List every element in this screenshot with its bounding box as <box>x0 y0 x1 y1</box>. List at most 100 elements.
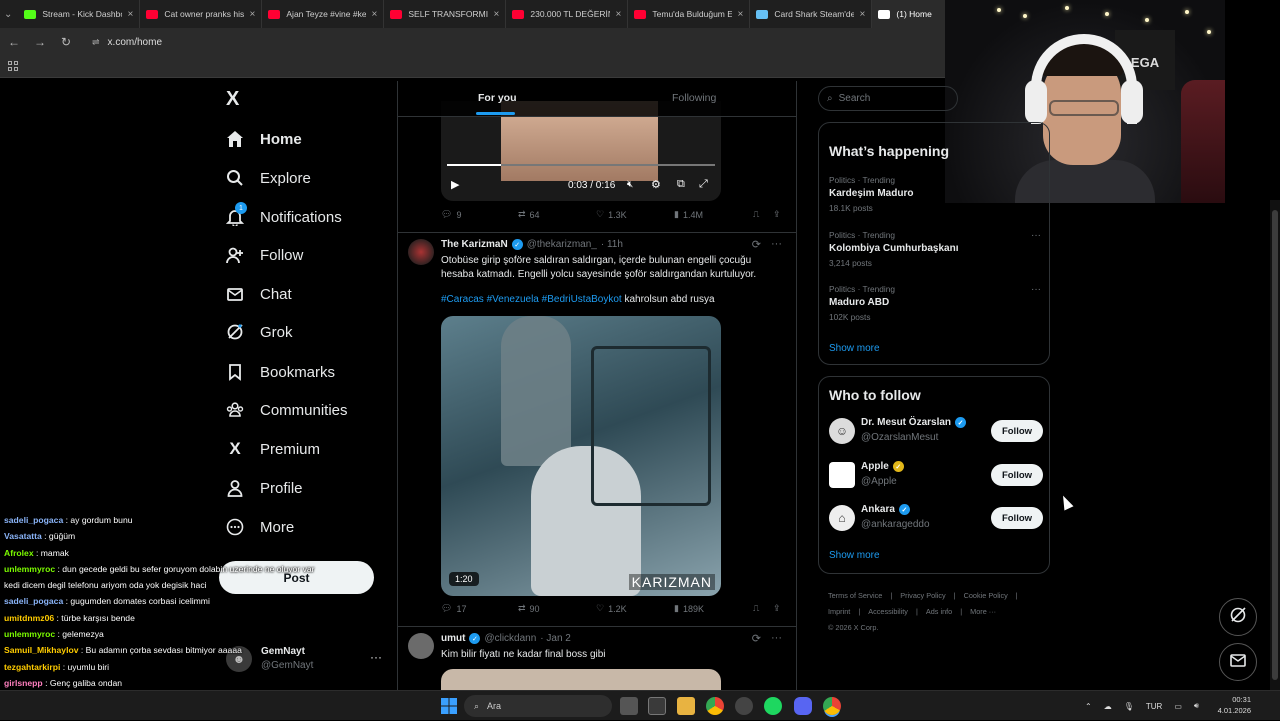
messages-fab[interactable] <box>1219 643 1257 681</box>
mute-icon[interactable]: 🔇︎ <box>627 179 633 190</box>
follow-button[interactable]: Follow <box>991 420 1043 442</box>
chrome-active-icon[interactable] <box>823 697 841 715</box>
store-icon[interactable] <box>648 697 666 715</box>
tab-search-icon[interactable]: ⌄ <box>4 5 12 23</box>
obs-icon[interactable] <box>735 697 753 715</box>
site-info-icon[interactable]: ⇌ <box>92 37 100 48</box>
nav-communities[interactable]: Communities <box>226 395 348 425</box>
onedrive-icon[interactable]: ☁ <box>1104 702 1112 711</box>
hashtag-link[interactable]: #Caracas <box>441 294 484 305</box>
tab-close-icon[interactable]: × <box>372 9 378 20</box>
more-dots-icon[interactable]: ··· <box>1031 230 1041 241</box>
fullscreen-icon[interactable]: ⤢ <box>699 178 708 191</box>
nav-explore[interactable]: Explore <box>226 163 311 193</box>
x-logo-icon[interactable]: X <box>226 89 246 109</box>
discord-icon[interactable] <box>794 697 812 715</box>
nav-notifications[interactable]: 1 Notifications <box>226 202 342 232</box>
play-icon[interactable]: ▶ <box>451 178 459 191</box>
more-dots-icon[interactable]: ··· <box>771 238 782 251</box>
bookmark-post-button[interactable]: ⎍ <box>753 209 759 220</box>
video-progress-track[interactable] <box>447 164 715 166</box>
author-name[interactable]: umut <box>441 633 465 644</box>
show-more-link[interactable]: Show more <box>829 343 880 354</box>
nav-premium[interactable]: X Premium <box>226 434 320 464</box>
mic-icon[interactable]: 🎙︎ <box>1124 702 1134 711</box>
tab-close-icon[interactable]: × <box>250 9 256 20</box>
post-video[interactable]: 1:20 KARIZMAN <box>441 316 721 596</box>
post-time[interactable]: · Jan 2 <box>540 633 571 644</box>
windows-start-icon[interactable] <box>440 697 458 715</box>
browser-tab[interactable]: SELF TRANSFORMIN × <box>384 0 507 28</box>
browser-tab[interactable]: Stream - Kick Dashbo × <box>18 0 141 28</box>
bookmark-post-button[interactable]: ⎍ <box>753 603 759 614</box>
chrome-icon[interactable] <box>706 697 724 715</box>
avatar[interactable] <box>408 633 434 659</box>
tab-close-icon[interactable]: × <box>128 9 134 20</box>
hashtag-link[interactable]: #BedriUstaBoykot <box>542 294 622 305</box>
back-icon[interactable]: ← <box>8 35 20 49</box>
author-handle[interactable]: @clickdann <box>484 633 536 644</box>
nav-grok[interactable]: Grok <box>226 317 293 347</box>
grok-fab[interactable] <box>1219 598 1257 636</box>
taskbar-search[interactable]: ⌕ Ara <box>464 695 612 717</box>
tab-close-icon[interactable]: × <box>616 9 622 20</box>
footer-link[interactable]: Cookie Policy <box>964 591 1008 600</box>
search-input[interactable]: ⌕ Search <box>818 86 958 111</box>
volume-icon[interactable]: 🔊︎ <box>1194 701 1199 711</box>
file-explorer-icon[interactable] <box>677 697 695 715</box>
avatar[interactable] <box>408 239 434 265</box>
follow-suggestion[interactable]: ☺ Dr. Mesut Özarslan ✓ @OzarslanMesut Fol… <box>829 416 1043 446</box>
browser-tab[interactable]: Temu'da Bulduğum E × <box>628 0 751 28</box>
browser-tab[interactable]: Ajan Teyze #vine #ke × <box>262 0 385 28</box>
apps-grid-icon[interactable] <box>8 61 18 71</box>
share-icon[interactable]: ⇪ <box>773 209 781 220</box>
author-name[interactable]: The KarizmaN <box>441 239 508 250</box>
pip-icon[interactable]: ⧉ <box>677 178 685 191</box>
repost-button[interactable]: ⇄ 90 <box>518 603 540 614</box>
browser-tab[interactable]: 230.000 TL DEĞERİN × <box>506 0 629 28</box>
footer-link[interactable]: Privacy Policy <box>900 591 945 600</box>
footer-link[interactable]: Terms of Service <box>828 591 882 600</box>
address-bar[interactable]: ⇌ x.com/home <box>92 37 162 48</box>
repost-button[interactable]: ⇄ 64 <box>518 209 540 220</box>
footer-link[interactable]: © 2026 X Corp. <box>828 623 878 632</box>
url-text[interactable]: x.com/home <box>108 37 162 48</box>
author-handle[interactable]: @thekarizman_ <box>527 239 597 250</box>
more-dots-icon[interactable]: ··· <box>771 632 782 645</box>
settings-gear-icon[interactable]: ⚙ <box>651 178 661 191</box>
hashtag-link[interactable]: #Venezuela <box>487 294 539 305</box>
footer-link[interactable]: Ads info <box>926 607 952 616</box>
follow-button[interactable]: Follow <box>991 507 1043 529</box>
views-button[interactable]: ▮ 189K <box>674 603 704 614</box>
follow-button[interactable]: Follow <box>991 464 1043 486</box>
post-image[interactable] <box>441 669 721 690</box>
trend-item[interactable]: Politics · Trending Kardeşim Maduro 18.1… <box>829 175 1041 213</box>
footer-link[interactable]: Accessibility <box>868 607 908 616</box>
taskbar-clock[interactable]: 00:31 4.01.2026 <box>1205 694 1251 716</box>
views-button[interactable]: ▮ 1.4M <box>674 209 703 220</box>
scrollbar-thumb[interactable] <box>1272 210 1278 680</box>
browser-tab[interactable]: Card Shark Steam'de × <box>750 0 873 28</box>
grok-icon[interactable]: ⟳ <box>752 632 761 645</box>
trend-item[interactable]: Politics · Trending Kolombiya Cumhurbaşk… <box>829 230 1041 268</box>
reply-button[interactable]: 💬︎ 17 <box>441 603 466 614</box>
tab-following[interactable]: Following <box>672 92 716 104</box>
spotify-icon[interactable] <box>764 697 782 715</box>
show-more-link[interactable]: Show more <box>829 550 880 561</box>
like-button[interactable]: ♡ 1.3K <box>596 209 627 220</box>
footer-link[interactable]: Imprint <box>828 607 850 616</box>
nav-follow[interactable]: Follow <box>226 240 303 270</box>
reply-button[interactable]: 💬︎ 9 <box>441 209 461 220</box>
chevron-up-icon[interactable]: ⌃ <box>1085 702 1092 711</box>
tab-close-icon[interactable]: × <box>860 9 866 20</box>
tab-close-icon[interactable]: × <box>738 9 744 20</box>
nav-chat[interactable]: Chat <box>226 279 292 309</box>
trend-item[interactable]: Politics · Trending Maduro ABD 102K post… <box>829 284 1041 322</box>
page-scrollbar[interactable] <box>1270 200 1280 690</box>
nav-home[interactable]: Home <box>226 124 302 154</box>
language-indicator[interactable]: TUR <box>1146 702 1162 711</box>
grok-icon[interactable]: ⟳ <box>752 238 761 251</box>
like-button[interactable]: ♡ 1.2K <box>596 603 627 614</box>
nav-bookmarks[interactable]: Bookmarks <box>226 357 335 387</box>
task-view-icon[interactable] <box>620 697 638 715</box>
